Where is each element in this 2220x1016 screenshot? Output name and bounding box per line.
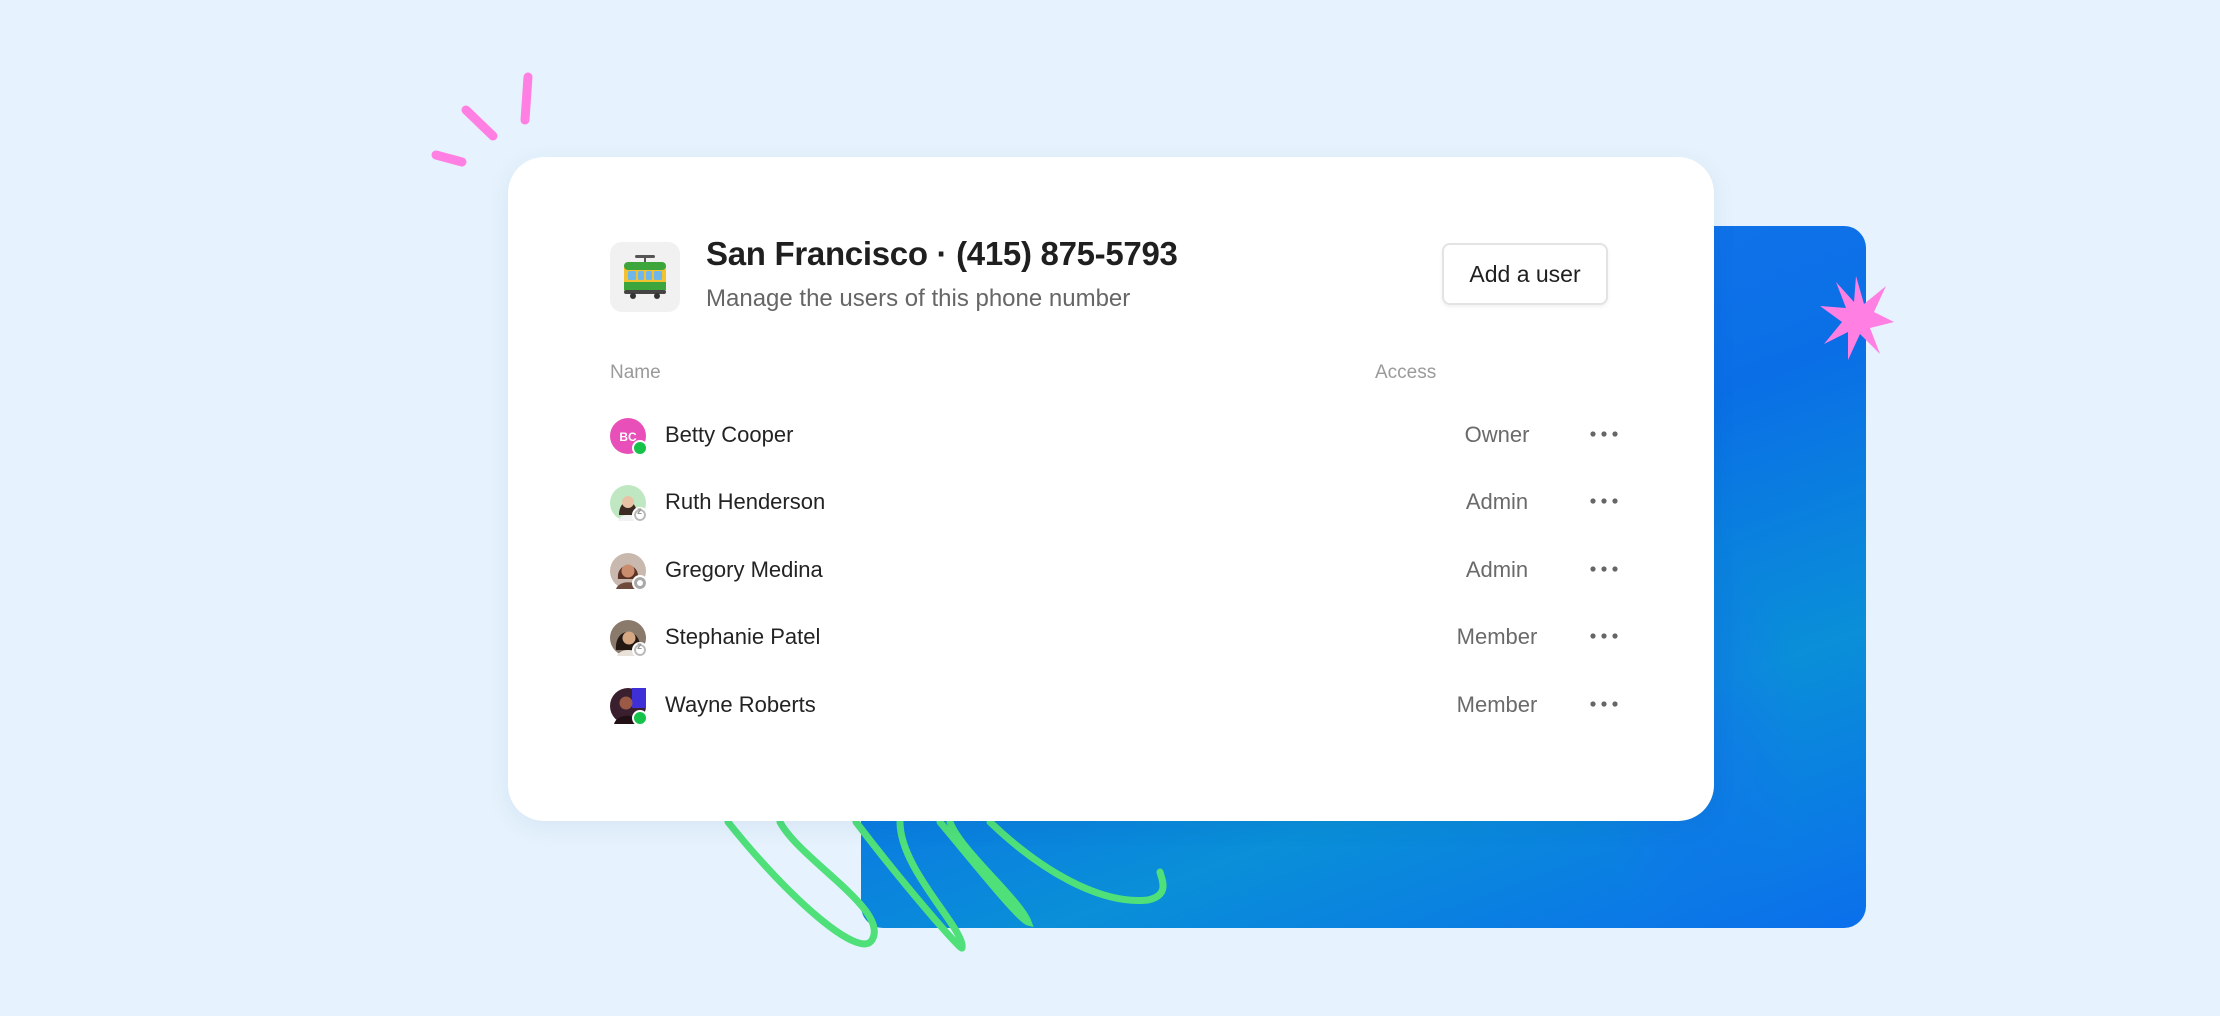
table-row: BC Betty Cooper Owner [610, 400, 1618, 467]
access-level: Owner [1464, 422, 1530, 447]
page-title: San Francisco · (415) 875-5793 [706, 235, 1178, 272]
table-row: Stephanie Patel Member [610, 602, 1618, 669]
more-horizontal-icon [1590, 633, 1618, 639]
more-horizontal-icon [1590, 700, 1618, 707]
table-row: Ruth Henderson Admin [610, 467, 1618, 534]
more-options-button[interactable] [1584, 686, 1624, 722]
column-header-access: Access [1375, 362, 1437, 383]
avatar[interactable] [610, 485, 648, 524]
status-online-icon [632, 709, 648, 726]
table-row: Gregory Medina Admin [610, 535, 1618, 602]
avatar[interactable] [610, 687, 648, 726]
more-options-button[interactable] [1584, 483, 1624, 519]
more-horizontal-icon [1590, 566, 1618, 572]
user-name: Betty Cooper [665, 422, 794, 447]
add-user-button[interactable]: Add a user [1442, 243, 1608, 305]
table-row: Wayne Roberts Member [610, 670, 1618, 737]
pink-spark-icon [431, 72, 533, 167]
access-level: Member [1456, 691, 1538, 717]
user-name: Stephanie Patel [665, 624, 821, 650]
more-options-button[interactable] [1584, 618, 1624, 654]
status-offline-icon [632, 574, 648, 591]
avatar[interactable]: BC [610, 418, 648, 456]
avatar[interactable] [610, 620, 648, 659]
user-name: Gregory Medina [665, 556, 823, 582]
column-header-name: Name [610, 362, 661, 383]
users-list: BC Betty Cooper Owner z Ruth Henderson A… [610, 400, 1618, 737]
page-subtitle: Manage the users of this phone number [706, 285, 1131, 312]
more-options-button[interactable] [1584, 416, 1624, 452]
user-name: Ruth Henderson [665, 489, 826, 515]
user-name: Wayne Roberts [665, 691, 816, 717]
more-horizontal-icon [1590, 431, 1618, 437]
more-options-button[interactable] [1584, 551, 1624, 587]
status-online-icon [632, 440, 648, 456]
phone-users-card: San Francisco · (415) 875-5793 Manage th… [508, 157, 1714, 821]
pink-star-icon [1820, 276, 1894, 360]
access-level: Admin [1465, 556, 1529, 582]
avatar[interactable] [610, 552, 648, 591]
green-scribble-icon [724, 818, 1167, 952]
more-horizontal-icon [1590, 498, 1618, 504]
logo-tile [610, 242, 680, 312]
tram-icon [624, 255, 666, 299]
access-level: Member [1456, 624, 1538, 650]
access-level: Admin [1465, 489, 1529, 515]
